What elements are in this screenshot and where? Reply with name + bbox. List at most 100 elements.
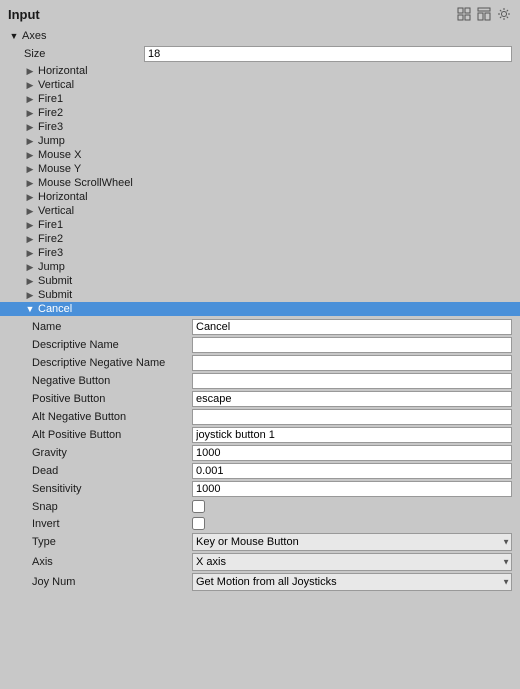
prop-type-row: Type Key or Mouse Button Mouse Movement … bbox=[32, 532, 512, 552]
layout-icon[interactable] bbox=[476, 6, 492, 22]
prop-type-select[interactable]: Key or Mouse Button Mouse Movement Joyst… bbox=[192, 533, 512, 551]
arrow-icon: ▶ bbox=[24, 233, 36, 245]
prop-descriptive-name-label: Descriptive Name bbox=[32, 339, 192, 351]
tree-item-mousescroll[interactable]: ▶ Mouse ScrollWheel bbox=[0, 176, 520, 190]
tree-item-label: Mouse Y bbox=[38, 163, 81, 175]
tree-item-horizontal-1[interactable]: ▶ Horizontal bbox=[0, 64, 520, 78]
tree-item-fire3-2[interactable]: ▶ Fire3 bbox=[0, 246, 520, 260]
arrow-icon: ▶ bbox=[24, 163, 36, 175]
prop-positive-button-label: Positive Button bbox=[32, 393, 192, 405]
prop-invert-checkbox[interactable] bbox=[192, 517, 205, 530]
arrow-icon: ▶ bbox=[24, 107, 36, 119]
axes-size-input[interactable] bbox=[144, 46, 512, 62]
tree-item-fire3-1[interactable]: ▶ Fire3 bbox=[0, 120, 520, 134]
prop-gravity-input[interactable] bbox=[192, 445, 512, 461]
tree-item-label: Cancel bbox=[38, 303, 72, 315]
prop-sensitivity-row: Sensitivity bbox=[32, 480, 512, 498]
tree-item-label: Mouse X bbox=[38, 149, 81, 161]
arrow-icon: ▶ bbox=[24, 177, 36, 189]
prop-alt-negative-button-label: Alt Negative Button bbox=[32, 411, 192, 423]
tree-item-label: Horizontal bbox=[38, 191, 88, 203]
prop-joy-num-select[interactable]: Get Motion from all Joysticks Joystick 1… bbox=[192, 573, 512, 591]
input-panel: Input bbox=[0, 0, 520, 689]
prop-axis-select[interactable]: X axis Y axis 3rd axis 4th axis bbox=[192, 553, 512, 571]
prop-joy-num-row: Joy Num Get Motion from all Joysticks Jo… bbox=[32, 572, 512, 592]
header-icons bbox=[456, 6, 512, 22]
prop-alt-positive-button-row: Alt Positive Button bbox=[32, 426, 512, 444]
arrow-icon: ▶ bbox=[24, 135, 36, 147]
tree-item-label: Fire2 bbox=[38, 107, 63, 119]
tree-item-submit-1[interactable]: ▶ Submit bbox=[0, 274, 520, 288]
properties-section: Name Descriptive Name Descriptive Negati… bbox=[0, 316, 520, 594]
tree-item-fire2-1[interactable]: ▶ Fire2 bbox=[0, 106, 520, 120]
prop-gravity-row: Gravity bbox=[32, 444, 512, 462]
prop-positive-button-input[interactable] bbox=[192, 391, 512, 407]
panel-content: ▼ Axes Size ▶ Horizontal ▶ Vertical ▶ Fi… bbox=[0, 26, 520, 689]
tree-item-label: Mouse ScrollWheel bbox=[38, 177, 133, 189]
arrow-icon: ▶ bbox=[24, 149, 36, 161]
gear-icon[interactable] bbox=[496, 6, 512, 22]
prop-positive-button-row: Positive Button bbox=[32, 390, 512, 408]
prop-negative-button-row: Negative Button bbox=[32, 372, 512, 390]
prop-alt-negative-button-input[interactable] bbox=[192, 409, 512, 425]
arrow-icon: ▶ bbox=[24, 205, 36, 217]
prop-sensitivity-label: Sensitivity bbox=[32, 483, 192, 495]
axes-label: Axes bbox=[22, 30, 46, 42]
grid-icon[interactable] bbox=[456, 6, 472, 22]
arrow-icon: ▶ bbox=[24, 93, 36, 105]
prop-name-input[interactable] bbox=[192, 319, 512, 335]
tree-item-label: Fire1 bbox=[38, 219, 63, 231]
arrow-icon: ▶ bbox=[24, 247, 36, 259]
prop-type-label: Type bbox=[32, 536, 192, 548]
prop-negative-button-input[interactable] bbox=[192, 373, 512, 389]
prop-dead-label: Dead bbox=[32, 465, 192, 477]
prop-descriptive-negative-name-row: Descriptive Negative Name bbox=[32, 354, 512, 372]
arrow-icon: ▶ bbox=[24, 121, 36, 133]
tree-item-label: Vertical bbox=[38, 205, 74, 217]
tree-item-vertical-2[interactable]: ▶ Vertical bbox=[0, 204, 520, 218]
prop-name-label: Name bbox=[32, 321, 192, 333]
tree-item-fire2-2[interactable]: ▶ Fire2 bbox=[0, 232, 520, 246]
prop-descriptive-negative-name-input[interactable] bbox=[192, 355, 512, 371]
prop-sensitivity-input[interactable] bbox=[192, 481, 512, 497]
axes-header[interactable]: ▼ Axes bbox=[0, 28, 520, 44]
prop-axis-label: Axis bbox=[32, 556, 192, 568]
tree-item-submit-2[interactable]: ▶ Submit bbox=[0, 288, 520, 302]
prop-joy-num-label: Joy Num bbox=[32, 576, 192, 588]
tree-item-mousey[interactable]: ▶ Mouse Y bbox=[0, 162, 520, 176]
arrow-icon: ▼ bbox=[24, 303, 36, 315]
prop-descriptive-name-input[interactable] bbox=[192, 337, 512, 353]
prop-dead-input[interactable] bbox=[192, 463, 512, 479]
tree-item-vertical-1[interactable]: ▶ Vertical bbox=[0, 78, 520, 92]
panel-title: Input bbox=[8, 7, 40, 22]
prop-joy-num-select-wrapper: Get Motion from all Joysticks Joystick 1… bbox=[192, 573, 512, 591]
prop-snap-checkbox[interactable] bbox=[192, 500, 205, 513]
tree-item-jump-1[interactable]: ▶ Jump bbox=[0, 134, 520, 148]
axes-size-row: Size bbox=[0, 44, 520, 64]
tree-item-label: Fire2 bbox=[38, 233, 63, 245]
prop-name-row: Name bbox=[32, 318, 512, 336]
tree-item-label: Submit bbox=[38, 289, 72, 301]
arrow-icon: ▶ bbox=[24, 289, 36, 301]
prop-snap-row: Snap bbox=[32, 498, 512, 515]
panel-header: Input bbox=[0, 0, 520, 26]
tree-item-label: Submit bbox=[38, 275, 72, 287]
arrow-icon: ▶ bbox=[24, 79, 36, 91]
tree-item-horizontal-2[interactable]: ▶ Horizontal bbox=[0, 190, 520, 204]
tree-item-cancel[interactable]: ▼ Cancel bbox=[0, 302, 520, 316]
prop-alt-positive-button-label: Alt Positive Button bbox=[32, 429, 192, 441]
prop-dead-row: Dead bbox=[32, 462, 512, 480]
prop-negative-button-label: Negative Button bbox=[32, 375, 192, 387]
tree-item-label: Jump bbox=[38, 261, 65, 273]
prop-axis-row: Axis X axis Y axis 3rd axis 4th axis ▼ bbox=[32, 552, 512, 572]
tree-item-label: Fire1 bbox=[38, 93, 63, 105]
arrow-icon: ▶ bbox=[24, 65, 36, 77]
tree-item-fire1-1[interactable]: ▶ Fire1 bbox=[0, 92, 520, 106]
tree-item-mousex[interactable]: ▶ Mouse X bbox=[0, 148, 520, 162]
tree-item-fire1-2[interactable]: ▶ Fire1 bbox=[0, 218, 520, 232]
prop-alt-positive-button-input[interactable] bbox=[192, 427, 512, 443]
prop-descriptive-negative-name-label: Descriptive Negative Name bbox=[32, 357, 192, 369]
tree-item-jump-2[interactable]: ▶ Jump bbox=[0, 260, 520, 274]
arrow-icon: ▶ bbox=[24, 191, 36, 203]
prop-invert-row: Invert bbox=[32, 515, 512, 532]
